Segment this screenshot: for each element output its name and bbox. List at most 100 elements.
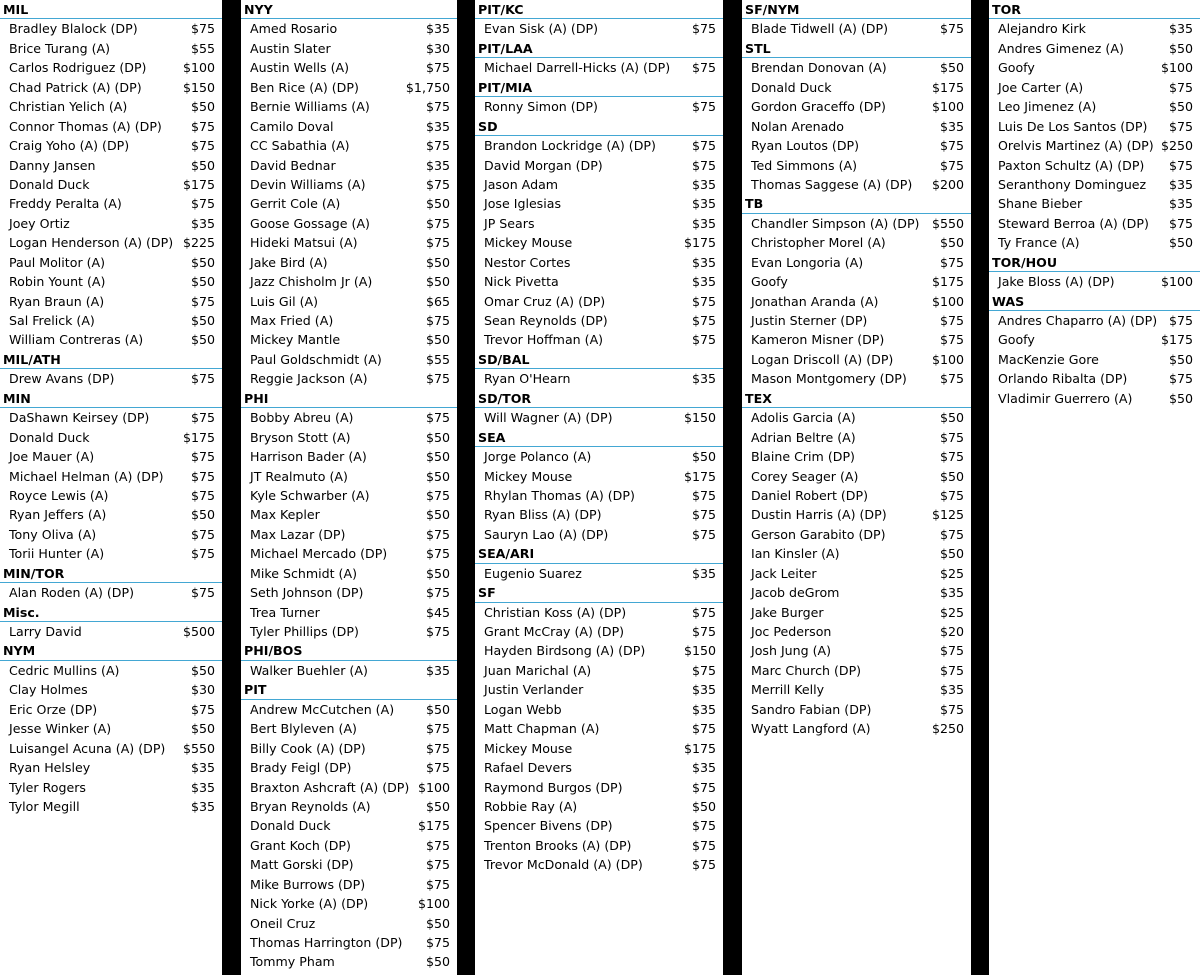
player-name: Kameron Misner (DP)	[751, 332, 885, 348]
player-price: $50	[1168, 40, 1193, 56]
player-price: $50	[425, 332, 450, 348]
player-row: Paul Goldschmidt (A) $55	[241, 350, 457, 369]
player-price: $75	[691, 60, 716, 76]
player-price: $75	[425, 235, 450, 251]
player-row: Vladimir Guerrero (A) $50	[989, 389, 1200, 408]
player-name: Max Lazar (DP)	[250, 526, 346, 542]
player-row: Jonathan Aranda (A) $100	[742, 292, 971, 311]
player-price: $225	[182, 235, 215, 251]
player-price: $175	[931, 274, 964, 290]
player-price: $55	[425, 351, 450, 367]
team-header: PIT/KC	[475, 0, 723, 20]
player-name: Tyler Phillips (DP)	[250, 624, 359, 639]
player-name: Walker Buehler (A)	[250, 662, 368, 678]
player-price: $75	[190, 526, 215, 542]
player-price: $75	[1168, 215, 1193, 231]
player-name: Bryson Stott (A)	[250, 429, 351, 445]
player-price: $35	[425, 157, 450, 173]
player-row: Adolis Garcia (A) $50	[742, 408, 971, 427]
player-price: $75	[425, 624, 450, 639]
player-name: Andres Gimenez (A)	[998, 40, 1124, 56]
player-row: Royce Lewis (A) $75	[0, 486, 222, 505]
player-price: $75	[691, 138, 716, 154]
player-row: Mike Schmidt (A) $50	[241, 564, 457, 583]
player-price: $50	[190, 507, 215, 523]
player-price: $25	[939, 604, 964, 620]
player-price: $100	[931, 99, 964, 115]
player-row: Hayden Birdsong (A) (DP) $150	[475, 641, 723, 660]
player-row: Bernie Williams (A) $75	[241, 97, 457, 116]
player-name: Robbie Ray (A)	[484, 798, 578, 814]
player-row: Trenton Brooks (A) (DP) $75	[475, 836, 723, 855]
player-price: $100	[1160, 274, 1193, 290]
player-row: Luis De Los Santos (DP) $75	[989, 117, 1200, 136]
team-header: NYY	[241, 0, 457, 20]
player-price: $35	[691, 215, 716, 231]
player-price: $75	[939, 254, 964, 270]
player-price: $250	[931, 721, 964, 737]
player-row: Bradley Blalock (DP) $75	[0, 19, 222, 38]
player-name: Joey Ortiz	[9, 215, 70, 231]
player-row: Mickey Mouse $175	[475, 467, 723, 486]
player-name: Adrian Beltre (A)	[751, 429, 856, 445]
player-row: Austin Slater $30	[241, 39, 457, 58]
player-name: Nestor Cortes	[484, 254, 571, 270]
player-row: Oneil Cruz $50	[241, 914, 457, 933]
player-row: Billy Cook (A) (DP) $75	[241, 739, 457, 758]
player-name: Dustin Harris (A) (DP)	[751, 507, 887, 523]
player-price: $175	[683, 235, 716, 251]
player-price: $75	[939, 313, 964, 328]
player-name: Trevor McDonald (A) (DP)	[484, 857, 643, 873]
player-name: Goofy	[998, 332, 1035, 348]
player-name: Luis Gil (A)	[250, 293, 319, 309]
player-price: $100	[182, 60, 215, 76]
player-name: Sal Frelick (A)	[9, 313, 95, 328]
player-price: $35	[939, 682, 964, 698]
player-price: $50	[425, 701, 450, 717]
player-name: Nick Yorke (A) (DP)	[250, 896, 369, 912]
player-price: $75	[190, 701, 215, 717]
player-price: $35	[425, 662, 450, 678]
player-price: $150	[182, 79, 215, 95]
player-name: Hideki Matsui (A)	[250, 235, 358, 251]
player-price: $75	[190, 21, 215, 37]
player-price: $75	[425, 585, 450, 601]
player-price: $75	[691, 857, 716, 873]
player-name: Jesse Winker (A)	[9, 721, 112, 737]
player-name: Donald Duck	[9, 176, 90, 192]
player-name: Mason Montgomery (DP)	[751, 371, 907, 387]
player-price: $175	[931, 79, 964, 95]
player-name: Mickey Mouse	[484, 235, 573, 251]
player-name: Torii Hunter (A)	[9, 546, 105, 562]
player-row: David Morgan (DP) $75	[475, 156, 723, 175]
player-row: Mickey Mantle $50	[241, 330, 457, 349]
player-price: $200	[931, 176, 964, 192]
player-name: Michael Mercado (DP)	[250, 546, 388, 562]
player-row: Goofy $175	[742, 272, 971, 291]
player-name: Danny Jansen	[9, 157, 96, 173]
player-name: Matt Chapman (A)	[484, 721, 600, 737]
player-row: Ronny Simon (DP) $75	[475, 97, 723, 116]
player-price: $35	[1168, 196, 1193, 212]
team-header: SF	[475, 583, 723, 603]
player-price: $75	[425, 371, 450, 387]
player-name: Jake Bird (A)	[250, 254, 328, 270]
player-row: Bryan Reynolds (A) $50	[241, 797, 457, 816]
player-row: Gerrit Cole (A) $50	[241, 194, 457, 213]
player-price: $75	[939, 371, 964, 387]
player-price: $35	[691, 760, 716, 776]
player-name: Ryan Helsley	[9, 760, 91, 776]
player-row: Ted Simmons (A) $75	[742, 156, 971, 175]
player-name: Freddy Peralta (A)	[9, 196, 122, 212]
player-price: $50	[691, 449, 716, 465]
player-price: $35	[939, 118, 964, 134]
player-price: $35	[1168, 21, 1193, 37]
player-row: Ryan Loutos (DP) $75	[742, 136, 971, 155]
player-name: Tylor Megill	[9, 798, 80, 814]
player-name: Thomas Harrington (DP)	[250, 935, 403, 950]
player-name: Justin Sterner (DP)	[751, 313, 868, 328]
player-row: Robin Yount (A) $50	[0, 272, 222, 291]
player-row: Jose Iglesias $35	[475, 194, 723, 213]
player-row: Michael Darrell-Hicks (A) (DP) $75	[475, 58, 723, 77]
player-price: $50	[939, 468, 964, 484]
